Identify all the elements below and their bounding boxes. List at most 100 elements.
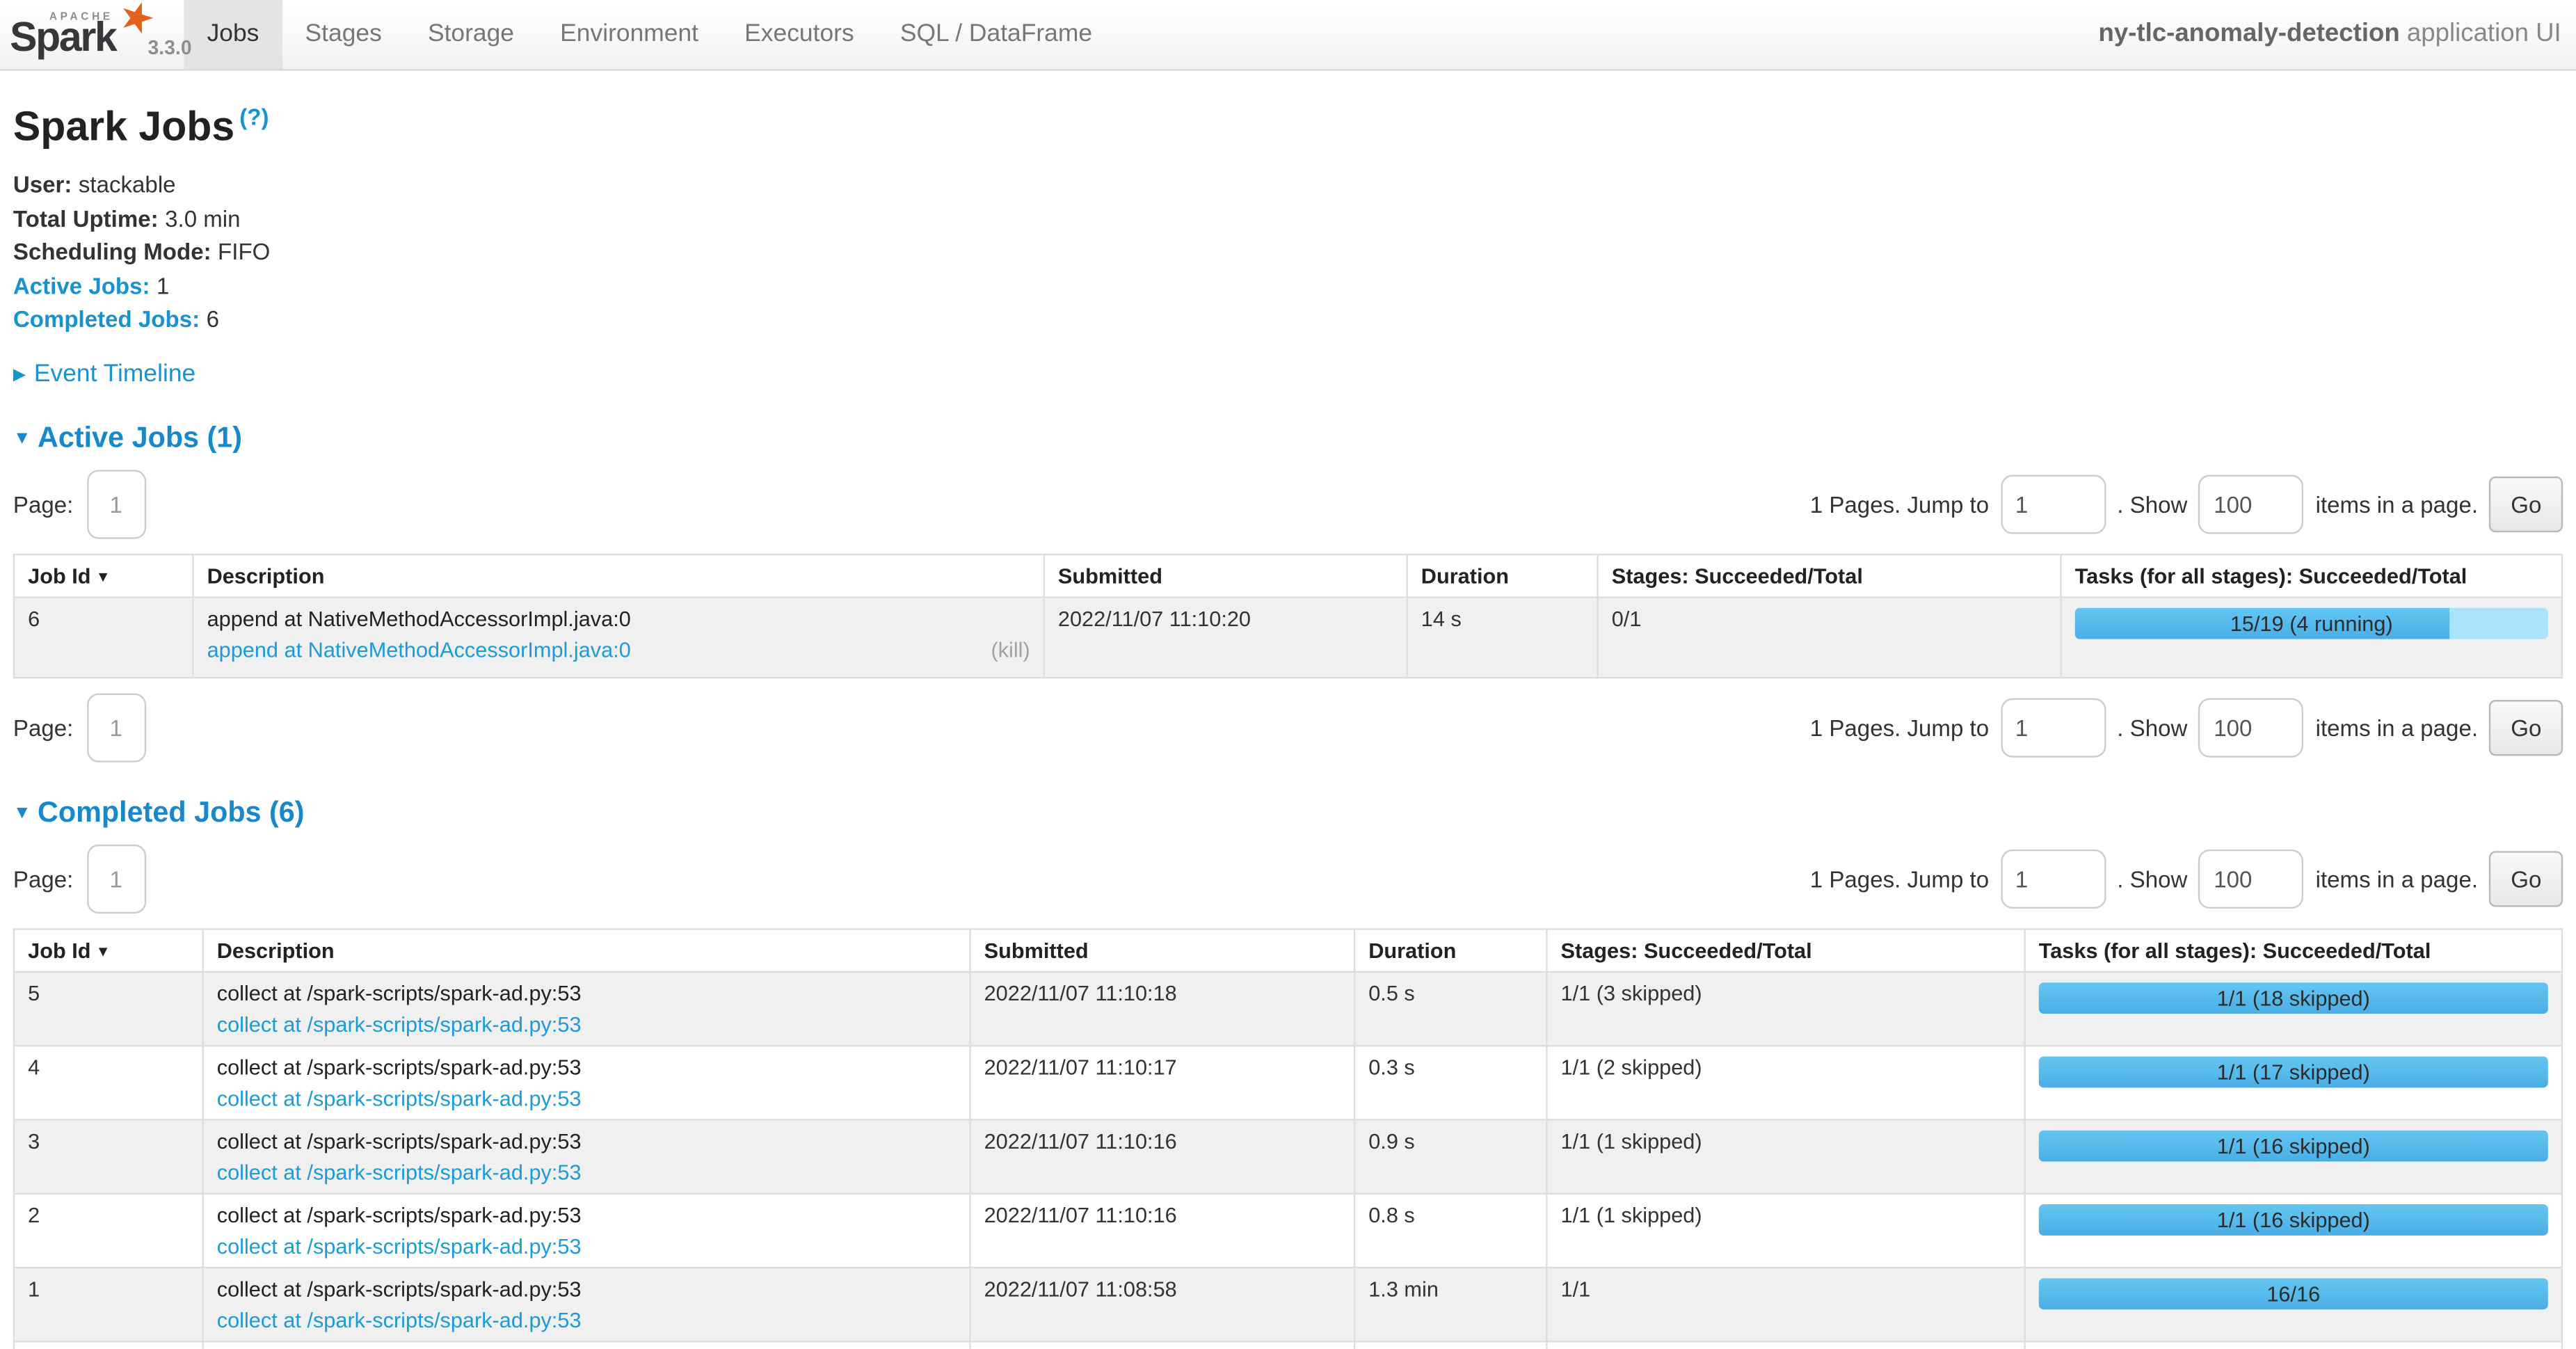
show-text: . Show <box>2117 866 2187 893</box>
submitted-cell: 2022/11/07 11:08:15 <box>970 1342 1355 1349</box>
job-description: collect at /spark-scripts/spark-ad.py:53 <box>217 1129 957 1154</box>
col-duration[interactable]: Duration <box>1354 929 1546 972</box>
job-row: 0 parquet at NativeMethodAccessorImpl.ja… <box>14 1342 2562 1349</box>
event-timeline-label: Event Timeline <box>34 360 195 388</box>
stages-cell: 1/1 (3 skipped) <box>1546 973 2024 1046</box>
job-detail-link[interactable]: collect at /spark-scripts/spark-ad.py:53 <box>217 1013 582 1037</box>
progress-label: 16/16 <box>2039 1279 2548 1310</box>
page-input[interactable] <box>86 845 145 914</box>
tasks-progress-bar: 1/1 (17 skipped) <box>2039 1057 2548 1088</box>
job-id-cell: 2 <box>14 1194 203 1268</box>
active-jobs-pagination-top: Page: 1 Pages. Jump to . Show items in a… <box>13 470 2563 539</box>
job-row: 3 collect at /spark-scripts/spark-ad.py:… <box>14 1120 2562 1194</box>
summary-scheduling-mode: Scheduling Mode:FIFO <box>13 239 2563 265</box>
stages-cell: 1/1 (1 skipped) <box>1546 1194 2024 1268</box>
col-description[interactable]: Description <box>203 929 970 972</box>
show-text: . Show <box>2117 492 2187 518</box>
table-header-row: Job Id▼ Description Submitted Duration S… <box>14 929 2562 972</box>
progress-label: 1/1 (16 skipped) <box>2039 1131 2548 1163</box>
sort-desc-icon: ▼ <box>96 943 111 960</box>
show-items-input[interactable] <box>2199 850 2304 909</box>
show-items-input[interactable] <box>2199 475 2304 534</box>
job-row: 2 collect at /spark-scripts/spark-ad.py:… <box>14 1194 2562 1268</box>
active-jobs-header[interactable]: ▼Active Jobs (1) <box>13 421 2563 456</box>
submitted-cell: 2022/11/07 11:10:17 <box>970 1046 1355 1120</box>
pages-text: 1 Pages. Jump to <box>1810 866 1989 893</box>
application-title: ny-tlc-anomaly-detection application UI <box>2099 0 2561 69</box>
active-jobs-count: 1 <box>157 273 169 299</box>
progress-label: 1/1 (18 skipped) <box>2039 983 2548 1014</box>
uptime-label: Total Uptime: <box>13 205 159 232</box>
kill-link[interactable]: (kill) <box>991 638 1030 662</box>
stages-cell: 1/1 <box>1546 1268 2024 1342</box>
progress-label: 1/1 (16 skipped) <box>2039 1205 2548 1236</box>
job-detail-link[interactable]: collect at /spark-scripts/spark-ad.py:53 <box>217 1234 582 1259</box>
duration-cell: 0.5 s <box>1354 973 1546 1046</box>
col-stages[interactable]: Stages: Succeeded/Total <box>1546 929 2024 972</box>
spark-logo[interactable]: APACHE ★ Spark 3.3.0 <box>0 0 184 69</box>
tab-jobs[interactable]: Jobs <box>184 0 282 69</box>
progress-label: 15/19 (4 running) <box>2075 609 2548 640</box>
col-job-id[interactable]: Job Id▼ <box>14 929 203 972</box>
col-duration[interactable]: Duration <box>1407 555 1598 598</box>
page-input[interactable] <box>86 470 145 539</box>
col-description[interactable]: Description <box>193 555 1043 598</box>
submitted-cell: 2022/11/07 11:10:16 <box>970 1120 1355 1194</box>
col-submitted[interactable]: Submitted <box>970 929 1355 972</box>
col-tasks[interactable]: Tasks (for all stages): Succeeded/Total <box>2061 555 2562 598</box>
submitted-cell: 2022/11/07 11:08:58 <box>970 1268 1355 1342</box>
description-cell: collect at /spark-scripts/spark-ad.py:53… <box>203 973 970 1046</box>
job-description: collect at /spark-scripts/spark-ad.py:53 <box>217 1203 957 1227</box>
tab-executors[interactable]: Executors <box>721 0 877 69</box>
summary-active-jobs: Active Jobs: 1 <box>13 273 2563 299</box>
completed-jobs-header[interactable]: ▼Completed Jobs (6) <box>13 796 2563 831</box>
completed-jobs-table: Job Id▼ Description Submitted Duration S… <box>13 929 2563 1349</box>
jump-to-input[interactable] <box>2001 699 2106 758</box>
col-stages[interactable]: Stages: Succeeded/Total <box>1598 555 2061 598</box>
completed-jobs-link[interactable]: Completed Jobs: <box>13 306 200 333</box>
page-label: Page: <box>13 492 73 518</box>
pages-text: 1 Pages. Jump to <box>1810 492 1989 518</box>
job-detail-link[interactable]: collect at /spark-scripts/spark-ad.py:53 <box>217 1160 582 1185</box>
jump-to-input[interactable] <box>2001 850 2106 909</box>
help-link[interactable]: (?) <box>239 104 269 130</box>
application-name: ny-tlc-anomaly-detection <box>2099 19 2400 47</box>
job-row: 5 collect at /spark-scripts/spark-ad.py:… <box>14 973 2562 1046</box>
duration-cell: 14 s <box>1407 598 1598 678</box>
uptime-value: 3.0 min <box>165 205 240 232</box>
col-submitted[interactable]: Submitted <box>1044 555 1407 598</box>
job-id-cell: 1 <box>14 1268 203 1342</box>
tab-storage[interactable]: Storage <box>405 0 537 69</box>
event-timeline-toggle[interactable]: ▶ Event Timeline <box>13 360 2563 388</box>
show-items-input[interactable] <box>2199 699 2304 758</box>
job-detail-link[interactable]: append at NativeMethodAccessorImpl.java:… <box>207 638 631 662</box>
spark-wordmark: Spark <box>10 15 115 62</box>
tab-sql-dataframe[interactable]: SQL / DataFrame <box>877 0 1115 69</box>
job-detail-link[interactable]: collect at /spark-scripts/spark-ad.py:53 <box>217 1309 582 1333</box>
active-jobs-link[interactable]: Active Jobs: <box>13 273 150 299</box>
page-input[interactable] <box>86 694 145 763</box>
go-button[interactable]: Go <box>2490 701 2563 756</box>
progress-label: 1/1 (17 skipped) <box>2039 1057 2548 1088</box>
pages-text: 1 Pages. Jump to <box>1810 715 1989 742</box>
table-header-row: Job Id▼ Description Submitted Duration S… <box>14 555 2562 598</box>
tasks-progress-bar: 15/19 (4 running) <box>2075 609 2548 640</box>
go-button[interactable]: Go <box>2490 852 2563 907</box>
spark-ui-page: APACHE ★ Spark 3.3.0 Jobs Stages Storage… <box>0 0 2576 1349</box>
tab-environment[interactable]: Environment <box>537 0 721 69</box>
items-text: items in a page. <box>2316 492 2478 518</box>
col-job-id[interactable]: Job Id▼ <box>14 555 193 598</box>
tasks-cell: 15/19 (4 running) <box>2061 598 2562 678</box>
col-tasks[interactable]: Tasks (for all stages): Succeeded/Total <box>2025 929 2562 972</box>
submitted-cell: 2022/11/07 11:10:16 <box>970 1194 1355 1268</box>
collapsed-arrow-icon: ▶ <box>13 367 26 385</box>
job-detail-link[interactable]: collect at /spark-scripts/spark-ad.py:53 <box>217 1087 582 1111</box>
summary-uptime: Total Uptime:3.0 min <box>13 205 2563 232</box>
nav-tabs: Jobs Stages Storage Environment Executor… <box>184 0 1116 69</box>
job-id-cell: 4 <box>14 1046 203 1120</box>
job-row: 1 collect at /spark-scripts/spark-ad.py:… <box>14 1268 2562 1342</box>
jump-to-input[interactable] <box>2001 475 2106 534</box>
tab-stages[interactable]: Stages <box>282 0 404 69</box>
top-navbar: APACHE ★ Spark 3.3.0 Jobs Stages Storage… <box>0 0 2576 71</box>
go-button[interactable]: Go <box>2490 477 2563 533</box>
